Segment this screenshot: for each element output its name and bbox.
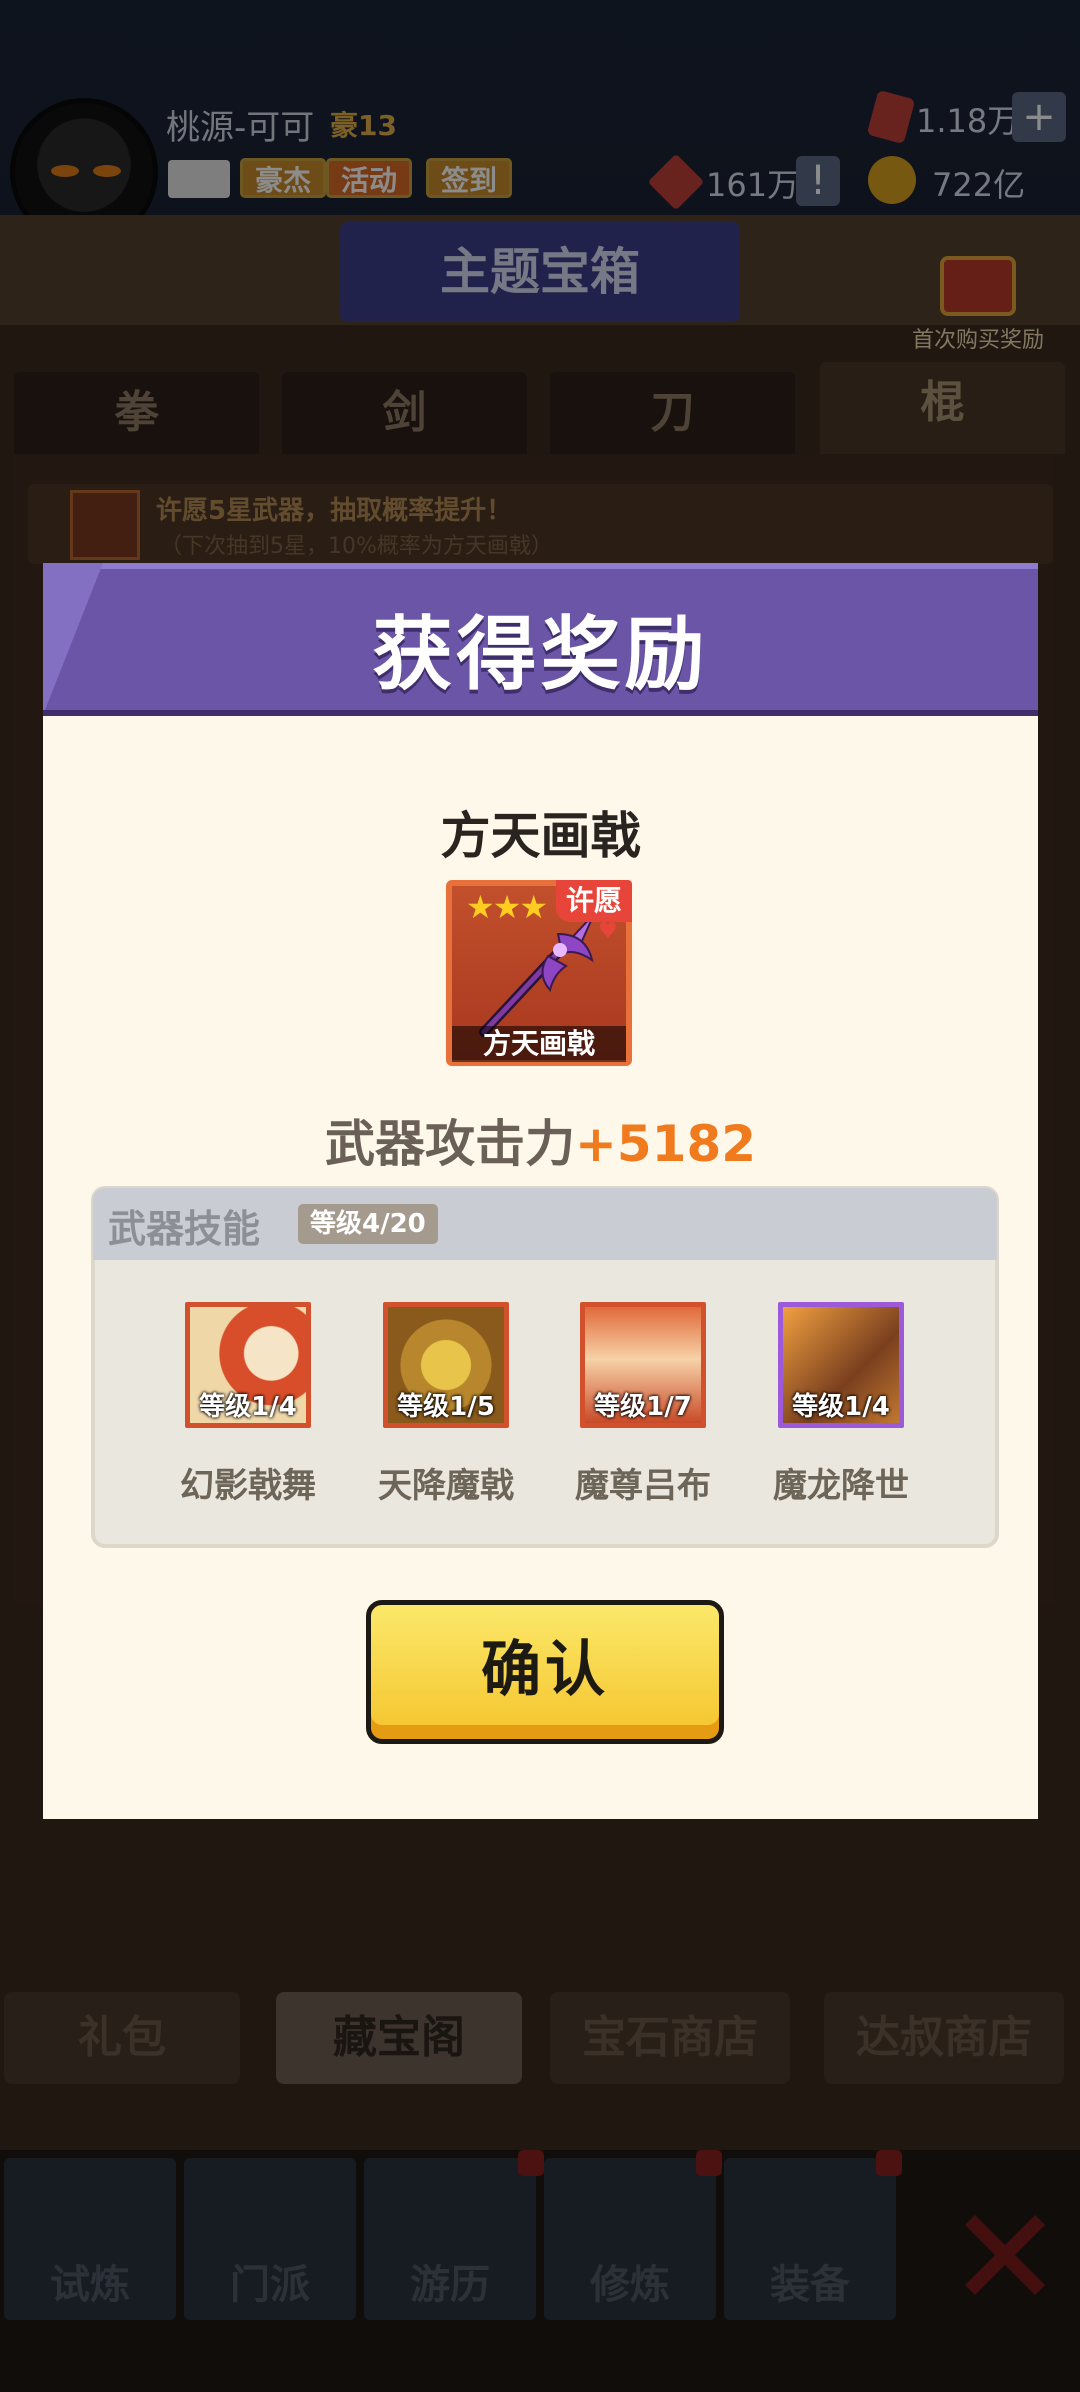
confirm-button[interactable]: 确认 <box>366 1600 724 1744</box>
wish-badge: 许愿 <box>556 880 632 922</box>
skill-name: 幻影戟舞 <box>180 1466 316 1506</box>
item-card-label: 方天画戟 <box>452 1026 626 1062</box>
skill-icon-demon-lord[interactable]: 等级1/7 <box>580 1302 706 1428</box>
skill-level: 等级1/5 <box>397 1392 495 1422</box>
skill-name: 魔尊吕布 <box>575 1466 711 1506</box>
skill-icon-phantom-dance[interactable]: 等级1/4 <box>185 1302 311 1428</box>
skill-level: 等级1/4 <box>199 1392 297 1422</box>
star-rating: ★★★ <box>466 888 548 926</box>
skill-level: 等级1/7 <box>594 1392 692 1422</box>
skill-icon-descending-halberd[interactable]: 等级1/5 <box>383 1302 509 1428</box>
skill-icon-dragon-descent[interactable]: 等级1/4 <box>778 1302 904 1428</box>
weapon-skills-level: 等级4/20 <box>298 1204 438 1244</box>
attack-label: 武器攻击力 <box>324 1115 575 1173</box>
attack-stat: 武器攻击力+5182 <box>43 1104 1038 1176</box>
attack-value: +5182 <box>574 1115 757 1173</box>
skill-level: 等级1/4 <box>792 1392 890 1422</box>
modal-header-border <box>43 710 1038 716</box>
item-name: 方天画戟 <box>440 807 641 865</box>
weapon-skills-title: 武器技能 <box>108 1207 261 1251</box>
heart-icon: ♥ <box>598 919 618 944</box>
skill-name: 魔龙降世 <box>773 1466 909 1506</box>
modal-title: 获得奖励 <box>372 608 709 701</box>
skill-name: 天降魔戟 <box>378 1466 514 1506</box>
